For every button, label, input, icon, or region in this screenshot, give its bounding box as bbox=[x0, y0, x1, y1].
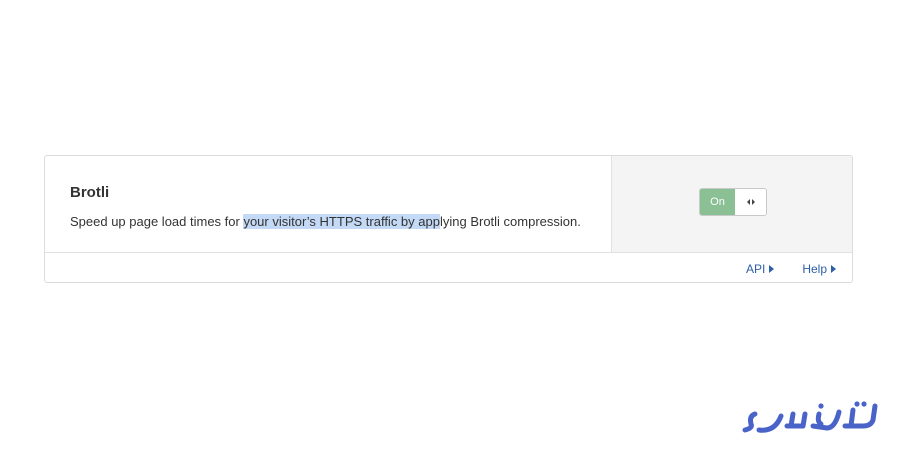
caret-right-icon bbox=[769, 264, 775, 273]
toggle-on-label: On bbox=[700, 189, 735, 215]
description-text-selected: your visitor’s HTTPS traffic by app bbox=[243, 214, 440, 229]
setting-title: Brotli bbox=[70, 184, 110, 201]
brotli-setting-card: Brotli Speed up page load times for your… bbox=[44, 155, 853, 283]
api-link[interactable]: API bbox=[745, 261, 775, 276]
setting-body: Brotli Speed up page load times for your… bbox=[45, 156, 852, 253]
help-link-label: Help bbox=[802, 261, 827, 276]
setting-info: Brotli Speed up page load times for your… bbox=[45, 156, 612, 252]
description-text-end: lying Brotli compression. bbox=[439, 214, 581, 229]
description-text-start: Speed up page load times for bbox=[70, 214, 244, 229]
brotli-toggle[interactable]: On bbox=[699, 188, 767, 216]
code-arrows-icon bbox=[746, 193, 756, 211]
toggle-knob[interactable] bbox=[735, 189, 766, 215]
caret-right-icon bbox=[831, 264, 836, 273]
help-link[interactable]: Help bbox=[802, 262, 836, 276]
iranserver-watermark-logo bbox=[735, 398, 881, 438]
setting-footer: API Help bbox=[45, 253, 852, 282]
setting-description: Speed up page load times for your visito… bbox=[70, 213, 611, 231]
setting-control-panel: On bbox=[612, 156, 852, 252]
api-link-label: API bbox=[745, 261, 766, 276]
